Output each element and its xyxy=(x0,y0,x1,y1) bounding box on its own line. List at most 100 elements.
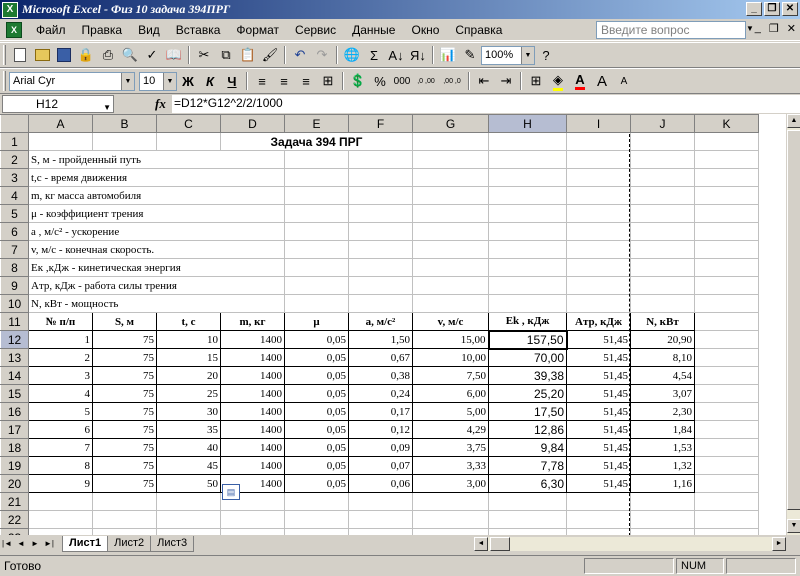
font-size-select[interactable]: 10 ▼ xyxy=(139,71,177,91)
minimize-button[interactable]: _ xyxy=(746,2,762,16)
empty-cell[interactable] xyxy=(694,150,759,169)
empty-cell[interactable] xyxy=(488,132,567,151)
table-header-cell[interactable]: Ek , кДж xyxy=(488,312,567,331)
paste-button[interactable]: 📋 xyxy=(237,44,259,66)
table-cell[interactable]: 6,30 xyxy=(488,474,567,493)
print-preview-button[interactable]: 🔍 xyxy=(119,44,141,66)
empty-cell[interactable] xyxy=(694,204,759,223)
table-cell[interactable]: 20 xyxy=(156,366,221,385)
table-cell[interactable]: 51,45 xyxy=(566,330,631,349)
toolbar-grip[interactable] xyxy=(3,71,6,91)
empty-cell[interactable] xyxy=(28,510,93,529)
font-color-button[interactable]: A xyxy=(569,70,591,92)
currency-button[interactable]: 💲 xyxy=(347,70,369,92)
empty-cell[interactable] xyxy=(630,186,695,205)
table-cell[interactable]: 25,20 xyxy=(488,384,567,403)
empty-cell[interactable] xyxy=(694,240,759,259)
empty-cell[interactable] xyxy=(156,492,221,511)
menu-format[interactable]: Формат xyxy=(228,20,287,40)
menu-edit[interactable]: Правка xyxy=(74,20,131,40)
row-header[interactable]: 19 xyxy=(0,456,29,475)
sheet-tab-2[interactable]: Лист2 xyxy=(107,536,152,552)
thousands-button[interactable]: 000 xyxy=(391,70,413,92)
empty-cell[interactable] xyxy=(566,132,631,151)
undo-button[interactable]: ↶ xyxy=(289,44,311,66)
empty-cell[interactable] xyxy=(156,510,221,529)
font-name-select[interactable]: Arial Cyr ▼ xyxy=(9,71,135,91)
empty-cell[interactable] xyxy=(694,186,759,205)
help-button[interactable]: ? xyxy=(535,44,557,66)
underline-button[interactable]: Ч xyxy=(221,70,243,92)
empty-cell[interactable] xyxy=(412,294,489,313)
table-cell[interactable]: 7,78 xyxy=(488,456,567,475)
paste-options-icon[interactable]: ▤ xyxy=(222,484,240,500)
chevron-down-icon[interactable]: ▼ xyxy=(746,24,754,33)
empty-cell[interactable] xyxy=(348,258,413,277)
empty-cell[interactable] xyxy=(488,204,567,223)
vertical-scroll-thumb[interactable] xyxy=(787,130,800,510)
empty-cell[interactable] xyxy=(488,276,567,295)
empty-cell[interactable] xyxy=(412,168,489,187)
empty-cell[interactable] xyxy=(630,240,695,259)
next-sheet-button[interactable]: ► xyxy=(28,537,42,551)
table-cell[interactable]: 7 xyxy=(28,438,93,457)
table-cell[interactable]: 0,05 xyxy=(284,330,349,349)
menu-insert[interactable]: Вставка xyxy=(168,20,229,40)
decrease-decimal-button[interactable]: ,00 ,0 xyxy=(439,70,465,92)
increase-decimal-button[interactable]: ,0 ,00 xyxy=(413,70,439,92)
row-header[interactable]: 16 xyxy=(0,402,29,421)
table-cell[interactable]: 0,05 xyxy=(284,402,349,421)
increase-indent-button[interactable]: ⇥ xyxy=(495,70,517,92)
row-header[interactable]: 13 xyxy=(0,348,29,367)
scroll-up-button[interactable]: ▲ xyxy=(787,114,800,128)
table-cell[interactable]: 51,45 xyxy=(566,456,631,475)
table-cell[interactable]: 45 xyxy=(156,456,221,475)
table-cell[interactable]: 5,00 xyxy=(412,402,489,421)
column-header-h[interactable]: H xyxy=(488,114,567,133)
empty-cell[interactable] xyxy=(488,186,567,205)
column-header-j[interactable]: J xyxy=(630,114,695,133)
sheet-tab-1[interactable]: Лист1 xyxy=(62,536,109,552)
empty-cell[interactable] xyxy=(348,168,413,187)
empty-cell[interactable] xyxy=(488,510,567,529)
table-cell[interactable]: 1400 xyxy=(220,456,285,475)
table-header-cell[interactable]: Aтр, кДж xyxy=(566,312,631,331)
merge-center-button[interactable]: ⊞ xyxy=(317,70,339,92)
column-header-i[interactable]: I xyxy=(566,114,631,133)
table-cell[interactable]: 0,05 xyxy=(284,438,349,457)
table-header-cell[interactable]: N, кВт xyxy=(630,312,695,331)
chevron-down-icon[interactable]: ▼ xyxy=(521,46,534,64)
last-sheet-button[interactable]: ►| xyxy=(42,537,56,551)
sheet-title-cell[interactable]: Задача 394 ПРГ xyxy=(220,132,413,151)
zoom-select[interactable]: 100% ▼ xyxy=(481,45,535,65)
table-cell[interactable]: 4 xyxy=(28,384,93,403)
row-header[interactable]: 22 xyxy=(0,510,29,529)
note-cell[interactable]: μ - коэффициент трения xyxy=(28,204,285,223)
table-cell[interactable]: 3,75 xyxy=(412,438,489,457)
table-cell[interactable]: 1400 xyxy=(220,366,285,385)
column-header-b[interactable]: B xyxy=(92,114,157,133)
note-cell[interactable]: a , м/с² - ускорение xyxy=(28,222,285,241)
table-cell[interactable]: 1 xyxy=(28,330,93,349)
empty-cell[interactable] xyxy=(566,168,631,187)
empty-cell[interactable] xyxy=(694,348,759,367)
table-cell[interactable]: 10,00 xyxy=(412,348,489,367)
empty-cell[interactable] xyxy=(284,150,349,169)
table-cell[interactable]: 75 xyxy=(92,438,157,457)
row-header[interactable]: 14 xyxy=(0,366,29,385)
table-cell[interactable]: 0,05 xyxy=(284,456,349,475)
column-header-k[interactable]: K xyxy=(694,114,759,133)
menu-data[interactable]: Данные xyxy=(344,20,403,40)
row-header[interactable]: 20 xyxy=(0,474,29,493)
empty-cell[interactable] xyxy=(348,222,413,241)
italic-button[interactable]: К xyxy=(199,70,221,92)
print-button[interactable]: ⎙ xyxy=(97,44,119,66)
row-header[interactable]: 5 xyxy=(0,204,29,223)
empty-cell[interactable] xyxy=(412,240,489,259)
row-header[interactable]: 18 xyxy=(0,438,29,457)
empty-cell[interactable] xyxy=(412,492,489,511)
table-cell[interactable]: 75 xyxy=(92,402,157,421)
menu-help[interactable]: Справка xyxy=(447,20,510,40)
row-header[interactable]: 4 xyxy=(0,186,29,205)
row-header[interactable]: 7 xyxy=(0,240,29,259)
